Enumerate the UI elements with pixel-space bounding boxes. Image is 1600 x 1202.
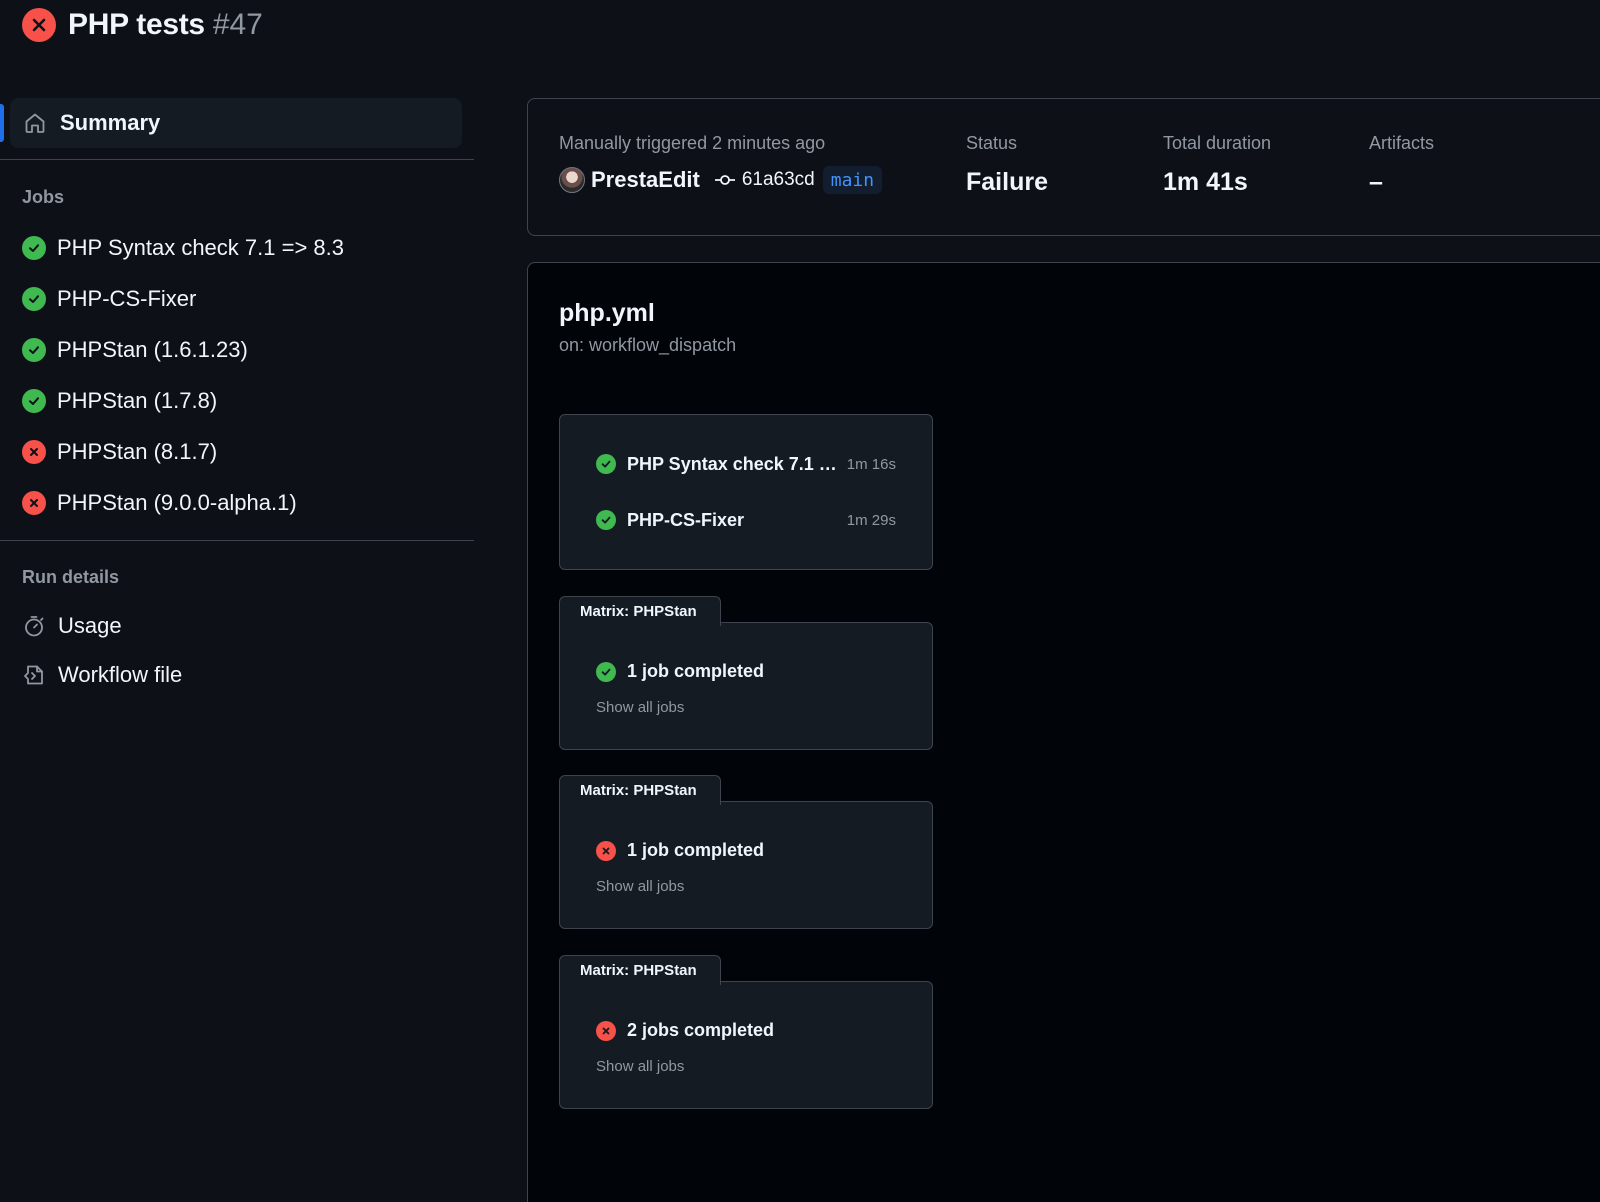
sidebar-job-item[interactable]: PHP-CS-Fixer <box>0 273 474 324</box>
duration-column: Total duration 1m 41s <box>1163 133 1271 197</box>
page-title: PHP tests <box>68 8 205 41</box>
job-label: PHPStan (8.1.7) <box>57 438 218 464</box>
sidebar-job-item[interactable]: PHPStan (1.7.8) <box>0 375 474 426</box>
trigger-column: Manually triggered 2 minutes ago PrestaE… <box>559 133 883 194</box>
matrix-summary: 1 job completed <box>627 661 765 681</box>
active-indicator <box>0 104 4 142</box>
artifacts-column: Artifacts – <box>1369 133 1434 197</box>
check-circle-icon <box>22 286 46 311</box>
sidebar-job-item[interactable]: PHPStan (8.1.7) <box>0 426 474 477</box>
show-all-jobs-link[interactable]: Show all jobs <box>596 699 684 716</box>
run-summary-card: Manually triggered 2 minutes ago PrestaE… <box>527 98 1600 236</box>
run-details-list: Usage Workflow file <box>0 601 474 699</box>
home-icon <box>22 110 48 136</box>
matrix-status: 1 job completed <box>596 840 764 861</box>
x-circle-icon <box>596 840 616 861</box>
job-name: PHP Syntax check 7.1 =... <box>627 453 839 474</box>
matrix-tab: Matrix: PHPStan <box>559 775 721 805</box>
job-label: PHP-CS-Fixer <box>57 285 197 311</box>
branch-badge[interactable]: main <box>822 166 883 194</box>
artifacts-value: – <box>1369 168 1383 196</box>
x-circle-icon <box>22 8 56 42</box>
check-circle-icon <box>22 388 46 413</box>
matrix-summary: 1 job completed <box>627 840 765 860</box>
check-circle-icon <box>596 661 616 682</box>
workflow-graph-card: php.yml on: workflow_dispatch PHP Syntax… <box>527 262 1600 1202</box>
show-all-jobs-link[interactable]: Show all jobs <box>596 878 684 895</box>
avatar[interactable] <box>559 167 585 193</box>
job-label: PHPStan (9.0.0-alpha.1) <box>57 489 297 515</box>
job-list: PHP Syntax check 7.1 => 8.3 PHP-CS-Fixer… <box>0 222 474 528</box>
run-number: #47 <box>212 8 263 41</box>
divider <box>0 540 474 541</box>
sidebar-item-workflow-file[interactable]: Workflow file <box>0 650 474 699</box>
sidebar-job-item[interactable]: PHP Syntax check 7.1 => 8.3 <box>0 222 474 273</box>
sidebar-item-label: Usage <box>58 612 122 638</box>
job-duration: 1m 16s <box>846 455 896 473</box>
sidebar-item-label: Workflow file <box>58 661 183 687</box>
matrix-status: 1 job completed <box>596 661 764 682</box>
x-circle-icon <box>22 490 46 515</box>
sidebar-item-usage[interactable]: Usage <box>0 601 474 650</box>
run-header: PHP tests #47 <box>22 8 263 42</box>
sidebar-item-summary[interactable]: Summary <box>0 98 462 148</box>
sidebar: Summary Jobs PHP Syntax check 7.1 => 8.3… <box>0 98 474 699</box>
job-group-box: PHP Syntax check 7.1 =... 1m 16s PHP-CS-… <box>559 414 933 570</box>
trigger-details: PrestaEdit 61a63cd main <box>559 166 883 194</box>
matrix-box[interactable]: 1 job completed Show all jobs <box>559 622 933 750</box>
matrix-tab: Matrix: PHPStan <box>559 955 721 985</box>
check-circle-icon <box>596 510 616 530</box>
sidebar-item-label: Summary <box>60 110 161 135</box>
matrix-summary: 2 jobs completed <box>627 1020 775 1040</box>
jobs-heading: Jobs <box>22 187 65 207</box>
check-circle-icon <box>22 337 46 362</box>
matrix-tab: Matrix: PHPStan <box>559 596 721 626</box>
job-label: PHP Syntax check 7.1 => 8.3 <box>57 234 344 260</box>
check-circle-icon <box>596 454 616 474</box>
divider <box>0 159 474 160</box>
matrix-box[interactable]: 1 job completed Show all jobs <box>559 801 933 929</box>
git-commit-icon <box>714 173 736 187</box>
status-value: Failure <box>966 168 1048 196</box>
job-name: PHP-CS-Fixer <box>627 509 745 530</box>
matrix-status: 2 jobs completed <box>596 1020 774 1041</box>
sidebar-job-item[interactable]: PHPStan (9.0.0-alpha.1) <box>0 477 474 528</box>
workflow-trigger: on: workflow_dispatch <box>559 335 737 355</box>
actor-link[interactable]: PrestaEdit <box>591 167 700 193</box>
workflow-file-name: php.yml <box>559 299 655 327</box>
commit-sha-link[interactable]: 61a63cd <box>742 169 815 191</box>
run-details-heading: Run details <box>22 567 120 587</box>
artifacts-label: Artifacts <box>1369 133 1435 153</box>
x-circle-icon <box>596 1020 616 1041</box>
stopwatch-icon <box>22 614 46 638</box>
status-label: Status <box>966 133 1018 153</box>
graph-job-item[interactable]: PHP Syntax check 7.1 =... 1m 16s <box>596 451 896 477</box>
duration-value: 1m 41s <box>1163 168 1248 196</box>
file-code-icon <box>22 663 46 687</box>
graph-job-item[interactable]: PHP-CS-Fixer 1m 29s <box>596 507 896 533</box>
show-all-jobs-link[interactable]: Show all jobs <box>596 1058 684 1075</box>
trigger-text: Manually triggered 2 minutes ago <box>559 133 826 153</box>
sidebar-job-item[interactable]: PHPStan (1.6.1.23) <box>0 324 474 375</box>
job-label: PHPStan (1.7.8) <box>57 387 218 413</box>
duration-label: Total duration <box>1163 133 1272 153</box>
check-circle-icon <box>22 235 46 260</box>
x-circle-icon <box>22 439 46 464</box>
matrix-box[interactable]: 2 jobs completed Show all jobs <box>559 981 933 1109</box>
job-duration: 1m 29s <box>846 511 896 529</box>
status-column: Status Failure <box>966 133 1048 197</box>
job-label: PHPStan (1.6.1.23) <box>57 336 248 362</box>
